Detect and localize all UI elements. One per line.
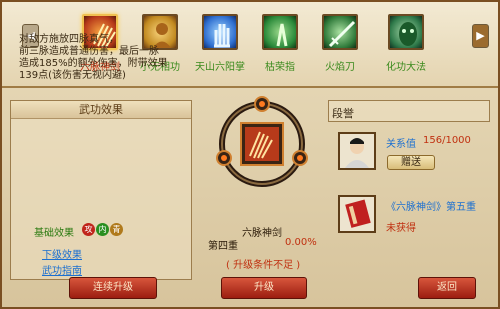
panel-title: 武功效果 — [11, 101, 191, 119]
skill-label: 火焰刀 — [325, 62, 355, 73]
skill-tab-kurong[interactable]: 枯荣指 — [252, 14, 308, 73]
skill-progress: 0.00% — [285, 237, 317, 248]
continuous-upgrade-button[interactable]: 连续升级 — [69, 277, 157, 299]
base-effect-label: 基础效果 — [34, 228, 74, 239]
skill-label: 天山六阳掌 — [195, 62, 245, 73]
skill-level: 第四重 — [208, 241, 238, 252]
skill-book-status: 未获得 — [386, 223, 416, 234]
blade-icon — [322, 14, 358, 50]
palm-icon — [202, 14, 238, 50]
npc-portrait-icon — [338, 132, 376, 170]
next-level-effect-link[interactable]: 下级效果 — [42, 246, 82, 261]
mask-icon — [388, 14, 424, 50]
skill-book-label: 《六脉神剑》第五重 — [386, 202, 476, 213]
inner-orb-icon: 内 — [96, 223, 109, 236]
relation-value: 156/1000 — [423, 135, 471, 146]
gift-button[interactable]: 赠送 — [387, 155, 435, 170]
attack-orb-icon: 攻 — [82, 223, 95, 236]
back-button[interactable]: 返回 — [418, 277, 476, 299]
skill-book-icon[interactable] — [338, 195, 376, 233]
scroll-right-arrow[interactable]: ▶ — [472, 24, 489, 48]
skill-ring — [214, 96, 310, 192]
effect-panel: 武功效果 — [10, 100, 192, 280]
current-skill-name: 六脉神剑 — [242, 228, 282, 239]
upgrade-condition: ( 升级条件不足 ) — [226, 260, 301, 271]
qing-orb-icon: 青 — [110, 223, 123, 236]
effect-description: 对敌方施放四脉真气， 前三脉造成普通伤害，最后一脉 造成185%的额外伤害，附带… — [19, 34, 168, 81]
skill-tab-tianshan[interactable]: 天山六阳掌 — [192, 14, 248, 73]
upgrade-button[interactable]: 升级 — [221, 277, 307, 299]
skill-window: ◀ 六脉神剑 小无相功 天山六阳掌 枯荣指 火焰刀 化功大法 ▶ 武功效果 对敌… — [0, 0, 500, 309]
skill-tab-huoyan[interactable]: 火焰刀 — [312, 14, 368, 73]
skill-label: 化功大法 — [386, 62, 426, 73]
relation-label: 关系值 — [386, 139, 416, 150]
skill-tab-huagong[interactable]: 化功大法 — [378, 14, 434, 73]
finger-icon — [262, 14, 298, 50]
skill-guide-link[interactable]: 武功指南 — [42, 262, 82, 277]
skill-label: 枯荣指 — [265, 62, 295, 73]
npc-name: 段誉 — [332, 107, 354, 120]
